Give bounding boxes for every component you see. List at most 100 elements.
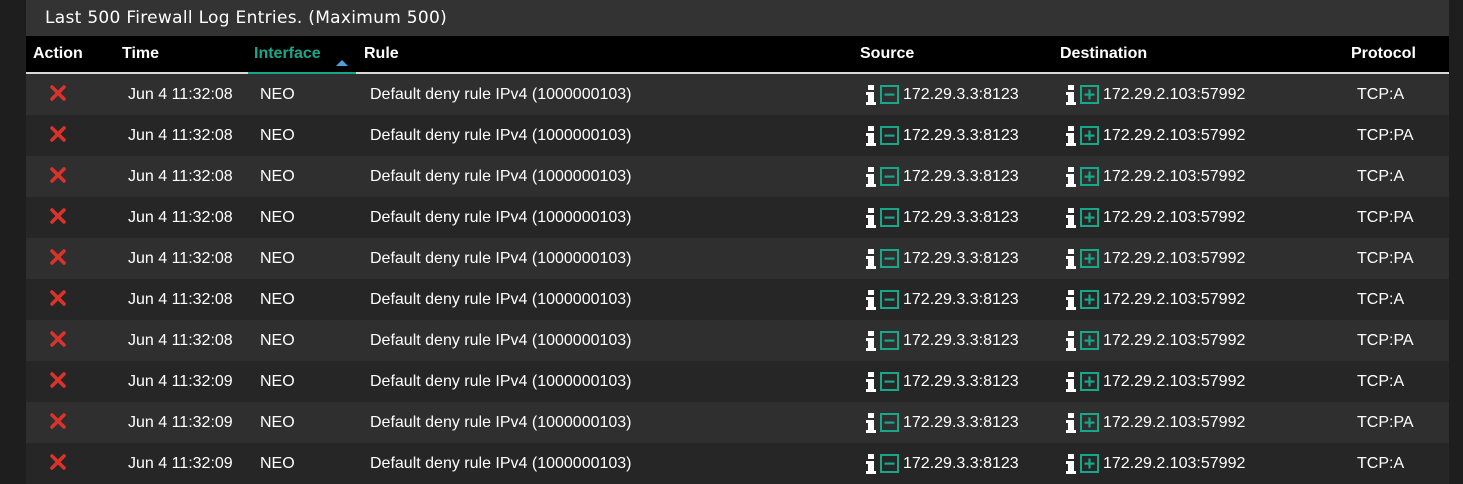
source-address[interactable]: 172.29.3.3:8123 (903, 86, 1019, 104)
minus-square-icon[interactable] (880, 85, 899, 104)
plus-square-icon[interactable] (1080, 290, 1099, 309)
row-protocol: TCP:PA (1357, 250, 1414, 267)
minus-square-icon[interactable] (880, 372, 899, 391)
source-address[interactable]: 172.29.3.3:8123 (903, 168, 1019, 186)
row-source: 172.29.3.3:8123 (865, 74, 1019, 115)
row-time: Jun 4 11:32:08 (128, 250, 233, 267)
row-rule[interactable]: Default deny rule IPv4 (1000000103) (370, 320, 632, 361)
block-x-icon[interactable] (48, 124, 68, 144)
row-protocol: TCP:A (1357, 455, 1405, 472)
destination-address[interactable]: 172.29.2.103:57992 (1103, 455, 1245, 473)
block-x-icon[interactable] (48, 206, 68, 226)
block-x-icon[interactable] (48, 83, 68, 103)
plus-square-icon[interactable] (1080, 85, 1099, 104)
row-source: 172.29.3.3:8123 (865, 279, 1019, 320)
block-x-icon[interactable] (48, 452, 68, 472)
row-destination: 172.29.2.103:57992 (1065, 320, 1245, 361)
info-icon[interactable] (865, 84, 877, 106)
minus-square-icon[interactable] (880, 126, 899, 145)
info-icon[interactable] (1065, 330, 1077, 352)
info-icon[interactable] (865, 371, 877, 393)
plus-square-icon[interactable] (1080, 413, 1099, 432)
info-icon[interactable] (1065, 166, 1077, 188)
plus-square-icon[interactable] (1080, 126, 1099, 145)
source-address[interactable]: 172.29.3.3:8123 (903, 455, 1019, 473)
plus-square-icon[interactable] (1080, 167, 1099, 186)
plus-square-icon[interactable] (1080, 372, 1099, 391)
row-interface: NEO (260, 250, 295, 267)
plus-square-icon[interactable] (1080, 249, 1099, 268)
block-x-icon[interactable] (48, 411, 68, 431)
row-time: Jun 4 11:32:09 (128, 455, 233, 472)
info-icon[interactable] (865, 166, 877, 188)
minus-square-icon[interactable] (880, 208, 899, 227)
info-icon[interactable] (1065, 207, 1077, 229)
firewall-log-panel: Last 500 Firewall Log Entries. (Maximum … (26, 0, 1449, 484)
row-rule[interactable]: Default deny rule IPv4 (1000000103) (370, 238, 632, 279)
column-header-action[interactable]: Action (33, 36, 83, 72)
row-source: 172.29.3.3:8123 (865, 361, 1019, 402)
row-rule[interactable]: Default deny rule IPv4 (1000000103) (370, 361, 632, 402)
info-icon[interactable] (1065, 453, 1077, 475)
source-address[interactable]: 172.29.3.3:8123 (903, 250, 1019, 268)
block-x-icon[interactable] (48, 247, 68, 267)
info-icon[interactable] (865, 248, 877, 270)
plus-square-icon[interactable] (1080, 208, 1099, 227)
minus-square-icon[interactable] (880, 290, 899, 309)
column-header-protocol[interactable]: Protocol (1351, 36, 1416, 72)
row-rule[interactable]: Default deny rule IPv4 (1000000103) (370, 279, 632, 320)
source-address[interactable]: 172.29.3.3:8123 (903, 332, 1019, 350)
row-rule[interactable]: Default deny rule IPv4 (1000000103) (370, 156, 632, 197)
source-address[interactable]: 172.29.3.3:8123 (903, 291, 1019, 309)
destination-address[interactable]: 172.29.2.103:57992 (1103, 373, 1245, 391)
info-icon[interactable] (865, 207, 877, 229)
info-icon[interactable] (865, 412, 877, 434)
destination-address[interactable]: 172.29.2.103:57992 (1103, 414, 1245, 432)
destination-address[interactable]: 172.29.2.103:57992 (1103, 250, 1245, 268)
row-source: 172.29.3.3:8123 (865, 402, 1019, 443)
source-address[interactable]: 172.29.3.3:8123 (903, 373, 1019, 391)
info-icon[interactable] (1065, 412, 1077, 434)
info-icon[interactable] (865, 125, 877, 147)
column-header-destination[interactable]: Destination (1060, 36, 1147, 72)
destination-address[interactable]: 172.29.2.103:57992 (1103, 168, 1245, 186)
column-header-interface[interactable]: Interface (248, 36, 356, 74)
block-x-icon[interactable] (48, 370, 68, 390)
block-x-icon[interactable] (48, 288, 68, 308)
minus-square-icon[interactable] (880, 167, 899, 186)
source-address[interactable]: 172.29.3.3:8123 (903, 209, 1019, 227)
info-icon[interactable] (865, 330, 877, 352)
row-rule[interactable]: Default deny rule IPv4 (1000000103) (370, 197, 632, 238)
source-address[interactable]: 172.29.3.3:8123 (903, 414, 1019, 432)
info-icon[interactable] (1065, 84, 1077, 106)
info-icon[interactable] (865, 453, 877, 475)
column-header-rule[interactable]: Rule (364, 36, 399, 72)
plus-square-icon[interactable] (1080, 331, 1099, 350)
source-address[interactable]: 172.29.3.3:8123 (903, 127, 1019, 145)
column-header-source[interactable]: Source (860, 36, 914, 72)
row-rule[interactable]: Default deny rule IPv4 (1000000103) (370, 443, 632, 484)
minus-square-icon[interactable] (880, 454, 899, 473)
block-x-icon[interactable] (48, 165, 68, 185)
row-rule[interactable]: Default deny rule IPv4 (1000000103) (370, 115, 632, 156)
plus-square-icon[interactable] (1080, 454, 1099, 473)
block-x-icon[interactable] (48, 329, 68, 349)
info-icon[interactable] (1065, 125, 1077, 147)
destination-address[interactable]: 172.29.2.103:57992 (1103, 127, 1245, 145)
minus-square-icon[interactable] (880, 413, 899, 432)
destination-address[interactable]: 172.29.2.103:57992 (1103, 291, 1245, 309)
destination-address[interactable]: 172.29.2.103:57992 (1103, 86, 1245, 104)
destination-address[interactable]: 172.29.2.103:57992 (1103, 332, 1245, 350)
row-interface: NEO (260, 127, 295, 144)
info-icon[interactable] (1065, 289, 1077, 311)
info-icon[interactable] (1065, 248, 1077, 270)
column-header-time[interactable]: Time (122, 36, 159, 72)
destination-address[interactable]: 172.29.2.103:57992 (1103, 209, 1245, 227)
info-icon[interactable] (1065, 371, 1077, 393)
row-rule[interactable]: Default deny rule IPv4 (1000000103) (370, 402, 632, 443)
info-icon[interactable] (865, 289, 877, 311)
minus-square-icon[interactable] (880, 249, 899, 268)
minus-square-icon[interactable] (880, 331, 899, 350)
row-rule[interactable]: Default deny rule IPv4 (1000000103) (370, 74, 632, 115)
row-destination: 172.29.2.103:57992 (1065, 156, 1245, 197)
